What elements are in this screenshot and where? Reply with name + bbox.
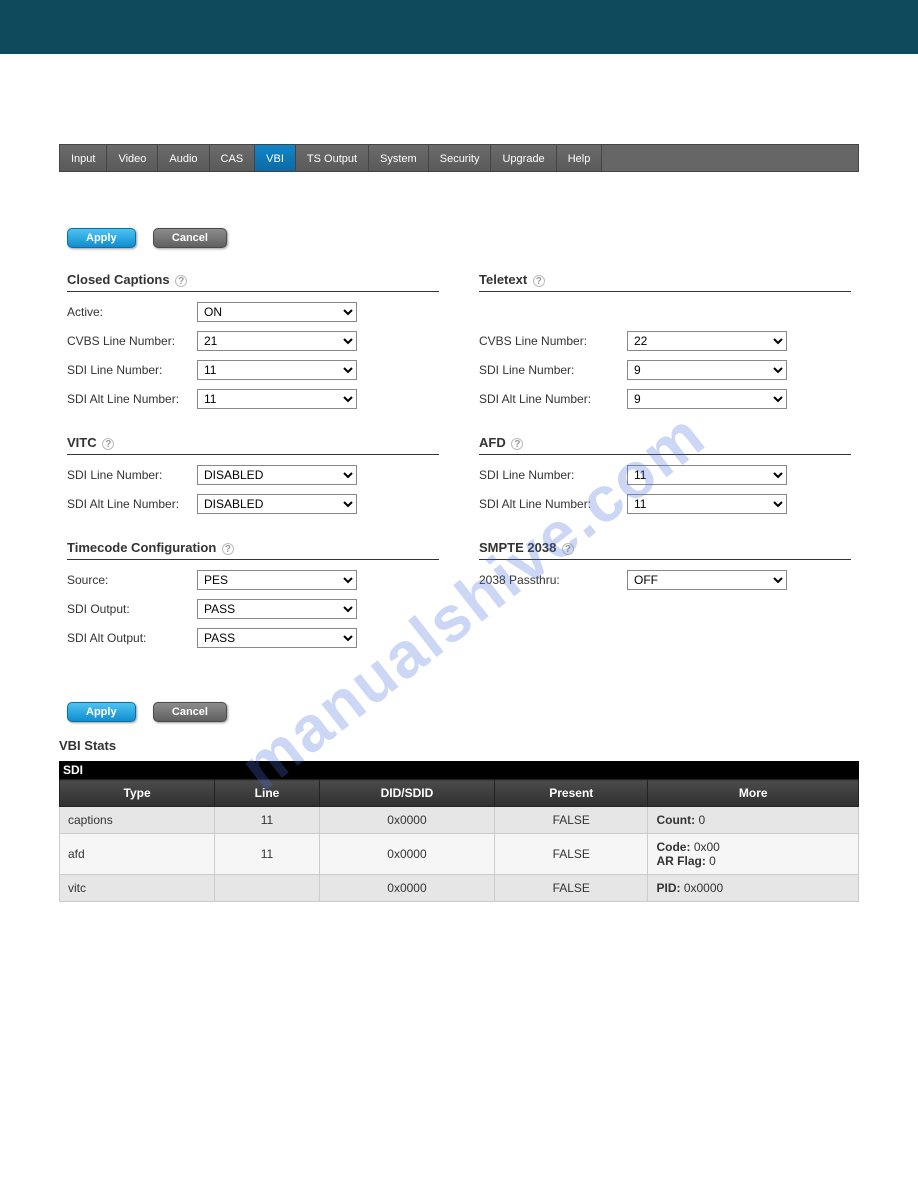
stats-header-didsdid: DID/SDID — [319, 780, 494, 807]
table-row: vitc 0x0000FALSEPID: 0x0000 — [60, 875, 859, 902]
select-tc-sdi-alt-output[interactable]: PASS — [197, 628, 357, 648]
select-vitc-sdi-line[interactable]: DISABLED — [197, 465, 357, 485]
table-cell-more: Count: 0 — [648, 807, 859, 834]
select-cc-cvbs-line[interactable]: 21 — [197, 331, 357, 351]
main-nav: Input Video Audio CAS VBI TS Output Syst… — [59, 144, 859, 172]
select-tt-sdi-alt-line[interactable]: 9 — [627, 389, 787, 409]
table-cell: FALSE — [495, 875, 648, 902]
nav-tab-input[interactable]: Input — [60, 145, 107, 171]
nav-tab-ts-output[interactable]: TS Output — [296, 145, 369, 171]
select-afd-sdi-alt-line[interactable]: 11 — [627, 494, 787, 514]
stats-header-type: Type — [60, 780, 215, 807]
apply-button[interactable]: Apply — [67, 228, 136, 248]
select-tc-source[interactable]: PES — [197, 570, 357, 590]
table-cell: 0x0000 — [319, 834, 494, 875]
table-row: captions110x0000FALSECount: 0 — [60, 807, 859, 834]
select-cc-sdi-alt-line[interactable]: 11 — [197, 389, 357, 409]
label-cc-cvbs-line: CVBS Line Number: — [67, 334, 197, 348]
select-vitc-sdi-alt-line[interactable]: DISABLED — [197, 494, 357, 514]
table-cell: 11 — [215, 807, 320, 834]
nav-tab-upgrade[interactable]: Upgrade — [491, 145, 556, 171]
stats-header-line: Line — [215, 780, 320, 807]
label-afd-sdi-alt-line: SDI Alt Line Number: — [479, 497, 627, 511]
select-cc-sdi-line[interactable]: 11 — [197, 360, 357, 380]
help-icon[interactable]: ? — [533, 275, 545, 287]
apply-button[interactable]: Apply — [67, 702, 136, 722]
table-cell-more: Code: 0x00AR Flag: 0 — [648, 834, 859, 875]
help-icon[interactable]: ? — [222, 543, 234, 555]
table-cell: afd — [60, 834, 215, 875]
nav-tab-system[interactable]: System — [369, 145, 429, 171]
label-cc-active: Active: — [67, 305, 197, 319]
nav-tab-help[interactable]: Help — [557, 145, 603, 171]
nav-tab-cas[interactable]: CAS — [210, 145, 256, 171]
stats-header-more: More — [648, 780, 859, 807]
label-afd-sdi-line: SDI Line Number: — [479, 468, 627, 482]
table-cell: 0x0000 — [319, 807, 494, 834]
table-cell-more: PID: 0x0000 — [648, 875, 859, 902]
section-title-afd: AFD — [479, 435, 506, 450]
top-bar — [0, 0, 918, 54]
stats-table-caption: SDI — [59, 761, 859, 779]
help-icon[interactable]: ? — [511, 438, 523, 450]
section-teletext: Teletext ? CVBS Line Number: 22 SDI Line… — [479, 272, 851, 409]
select-2038-passthru[interactable]: OFF — [627, 570, 787, 590]
table-cell: FALSE — [495, 834, 648, 875]
help-icon[interactable]: ? — [102, 438, 114, 450]
stats-table: Type Line DID/SDID Present More captions… — [59, 779, 859, 902]
label-tc-source: Source: — [67, 573, 197, 587]
label-cc-sdi-alt-line: SDI Alt Line Number: — [67, 392, 197, 406]
section-title-timecode: Timecode Configuration — [67, 540, 216, 555]
table-cell: vitc — [60, 875, 215, 902]
section-title-smpte-2038: SMPTE 2038 — [479, 540, 556, 555]
help-icon[interactable]: ? — [562, 543, 574, 555]
label-tt-sdi-alt-line: SDI Alt Line Number: — [479, 392, 627, 406]
nav-tab-video[interactable]: Video — [107, 145, 158, 171]
section-smpte-2038: SMPTE 2038 ? 2038 Passthru: OFF — [479, 540, 851, 590]
cancel-button[interactable]: Cancel — [153, 228, 227, 248]
section-afd: AFD ? SDI Line Number: 11 SDI Alt Line N… — [479, 435, 851, 514]
select-afd-sdi-line[interactable]: 11 — [627, 465, 787, 485]
table-cell: FALSE — [495, 807, 648, 834]
stats-title: VBI Stats — [59, 738, 859, 753]
button-row-top: Apply Cancel — [67, 228, 859, 248]
section-title-teletext: Teletext — [479, 272, 527, 287]
select-tt-sdi-line[interactable]: 9 — [627, 360, 787, 380]
button-row-bottom: Apply Cancel — [67, 702, 859, 722]
stats-header-present: Present — [495, 780, 648, 807]
cancel-button[interactable]: Cancel — [153, 702, 227, 722]
table-cell: captions — [60, 807, 215, 834]
label-cc-sdi-line: SDI Line Number: — [67, 363, 197, 377]
table-cell: 11 — [215, 834, 320, 875]
label-tt-cvbs-line: CVBS Line Number: — [479, 334, 627, 348]
label-tt-sdi-line: SDI Line Number: — [479, 363, 627, 377]
section-timecode: Timecode Configuration ? Source: PES SDI… — [67, 540, 439, 648]
section-vitc: VITC ? SDI Line Number: DISABLED SDI Alt… — [67, 435, 439, 514]
label-vitc-sdi-alt-line: SDI Alt Line Number: — [67, 497, 197, 511]
nav-tab-audio[interactable]: Audio — [158, 145, 209, 171]
nav-tab-vbi[interactable]: VBI — [255, 145, 296, 171]
section-title-closed-captions: Closed Captions — [67, 272, 170, 287]
select-tt-cvbs-line[interactable]: 22 — [627, 331, 787, 351]
table-cell — [215, 875, 320, 902]
select-tc-sdi-output[interactable]: PASS — [197, 599, 357, 619]
nav-tab-security[interactable]: Security — [429, 145, 492, 171]
label-vitc-sdi-line: SDI Line Number: — [67, 468, 197, 482]
section-closed-captions: Closed Captions ? Active: ON CVBS Line N… — [67, 272, 439, 409]
label-tc-sdi-output: SDI Output: — [67, 602, 197, 616]
section-title-vitc: VITC — [67, 435, 97, 450]
label-2038-passthru: 2038 Passthru: — [479, 573, 627, 587]
label-tc-sdi-alt-output: SDI Alt Output: — [67, 631, 197, 645]
select-cc-active[interactable]: ON — [197, 302, 357, 322]
table-cell: 0x0000 — [319, 875, 494, 902]
table-row: afd110x0000FALSECode: 0x00AR Flag: 0 — [60, 834, 859, 875]
help-icon[interactable]: ? — [175, 275, 187, 287]
